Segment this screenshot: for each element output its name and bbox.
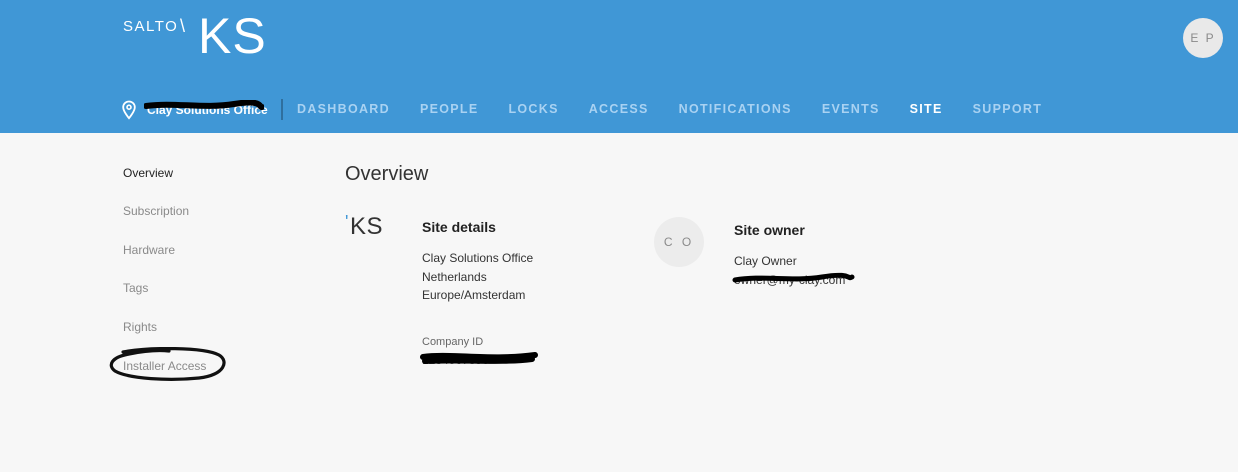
user-avatar[interactable]: E P bbox=[1183, 18, 1223, 58]
logo-ks-text: KS bbox=[198, 8, 267, 64]
redaction-mark bbox=[420, 352, 538, 364]
nav-locks[interactable]: LOCKS bbox=[508, 102, 558, 116]
site-logo-text: KS bbox=[349, 213, 383, 240]
sidebar-item-rights[interactable]: Rights bbox=[123, 320, 157, 334]
owner-avatar: C O bbox=[654, 217, 704, 267]
site-logo: 'KS bbox=[345, 212, 383, 241]
logo-slash: \ bbox=[180, 16, 186, 36]
owner-name-value: Clay Owner bbox=[734, 254, 797, 268]
nav-people[interactable]: PEOPLE bbox=[420, 102, 479, 116]
site-logo-tick: ' bbox=[345, 212, 349, 232]
nav-notifications[interactable]: NOTIFICATIONS bbox=[679, 102, 792, 116]
logo-salto-text: SALTO bbox=[123, 18, 179, 35]
nav-support[interactable]: SUPPORT bbox=[973, 102, 1043, 116]
nav-divider bbox=[281, 99, 283, 120]
sidebar-item-overview[interactable]: Overview bbox=[123, 166, 173, 180]
site-timezone-value: Europe/Amsterdam bbox=[422, 288, 526, 302]
sidebar-item-tags[interactable]: Tags bbox=[123, 281, 148, 295]
location-pin-icon bbox=[122, 100, 136, 120]
top-header: SALTO \ KS E P Clay Solutions Office DAS… bbox=[0, 0, 1238, 133]
site-owner-heading: Site owner bbox=[734, 222, 805, 238]
redaction-mark bbox=[732, 272, 855, 283]
redaction-mark bbox=[144, 100, 264, 110]
site-details-heading: Site details bbox=[422, 219, 496, 235]
company-id-label: Company ID bbox=[422, 336, 484, 348]
sidebar-item-hardware[interactable]: Hardware bbox=[123, 243, 175, 257]
nav-access[interactable]: ACCESS bbox=[589, 102, 649, 116]
sidebar-item-installer-access[interactable]: Installer Access bbox=[123, 359, 206, 373]
page-title: Overview bbox=[345, 163, 429, 185]
nav-events[interactable]: EVENTS bbox=[822, 102, 880, 116]
nav-dashboard[interactable]: DASHBOARD bbox=[297, 102, 390, 116]
site-country-value: Netherlands bbox=[422, 270, 487, 284]
main-nav: DASHBOARD PEOPLE LOCKS ACCESS NOTIFICATI… bbox=[297, 102, 1072, 116]
nav-site[interactable]: SITE bbox=[910, 102, 943, 116]
sidebar-item-subscription[interactable]: Subscription bbox=[123, 204, 189, 218]
site-name-value: Clay Solutions Office bbox=[422, 251, 534, 265]
